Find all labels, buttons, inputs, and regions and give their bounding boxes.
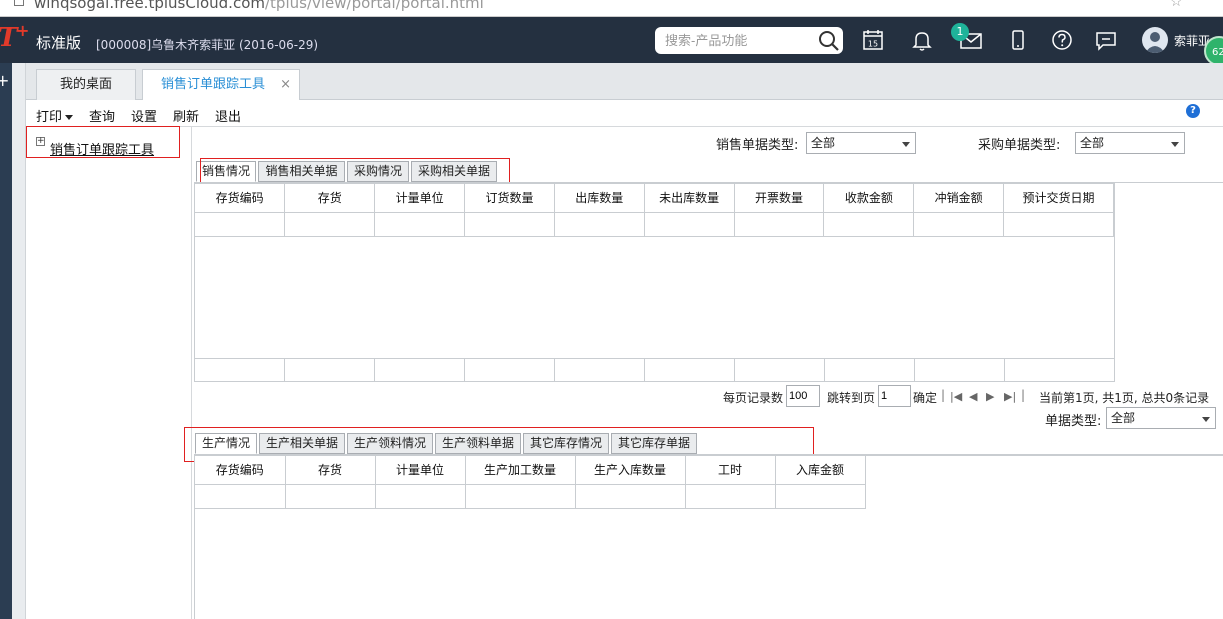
sales-grid-table: 存货编码 存货 计量单位 订货数量 出库数量 未出库数量 开票数量 收款金额 冲… <box>195 184 1114 237</box>
search-icon[interactable] <box>817 29 841 53</box>
pager-status: 当前第1页, 共1页, 总共0条记录 <box>1039 391 1210 405</box>
column-header[interactable]: 未出库数量 <box>644 184 735 213</box>
next-page-icon[interactable]: ▶ <box>986 390 994 403</box>
column-header[interactable]: 生产入库数量 <box>575 456 686 485</box>
mail-count-badge: 1 <box>951 23 969 41</box>
production-grid: 存货编码 存货 计量单位 生产加工数量 生产入库数量 工时 入库金额 <box>194 455 1223 619</box>
column-header[interactable]: 出库数量 <box>554 184 645 213</box>
browser-address-bar[interactable]: winqsogal.free.tplusCloud.com/tplus/view… <box>0 0 1223 17</box>
bookmark-star-icon[interactable]: ☆ <box>1170 0 1183 10</box>
prev-page-icon[interactable]: ◀ <box>969 390 977 403</box>
sales-type-select[interactable]: 全部 <box>806 132 916 154</box>
purchase-type-label: 采购单据类型: <box>978 138 1061 153</box>
edition-label: 标准版 <box>36 34 82 52</box>
table-row[interactable] <box>195 484 866 509</box>
tab-sales-order-tracking[interactable]: 销售订单跟踪工具 × <box>142 69 300 101</box>
column-header[interactable]: 工时 <box>685 456 776 485</box>
settings-button[interactable]: 设置 <box>131 106 157 125</box>
help-circle-icon[interactable] <box>1049 27 1075 53</box>
separator: | <box>941 388 946 402</box>
logo-icon: T <box>0 23 17 53</box>
column-header[interactable]: 存货编码 <box>195 456 286 485</box>
page-icon <box>14 0 24 6</box>
goto-label: 跳转到页 <box>827 391 876 405</box>
purchase-type-value: 全部 <box>1080 136 1105 150</box>
help-icon[interactable]: ? <box>1186 104 1200 118</box>
calendar-day: 15 <box>868 40 878 49</box>
tree-panel: + 销售订单跟踪工具 <box>26 127 192 619</box>
page-tab-strip: 我的桌面 销售订单跟踪工具 × <box>26 63 1223 101</box>
tab-label: 我的桌面 <box>59 77 112 92</box>
table-row[interactable] <box>195 212 1114 237</box>
close-icon[interactable]: × <box>280 70 291 100</box>
logo-plus-icon: + <box>16 21 30 40</box>
sales-grid: 存货编码 存货 计量单位 订货数量 出库数量 未出库数量 开票数量 收款金额 冲… <box>194 183 1115 382</box>
sales-type-label: 销售单据类型: <box>716 138 799 153</box>
address-text[interactable]: winqsogal.free.tplusCloud.com/tplus/view… <box>34 0 484 12</box>
exit-button[interactable]: 退出 <box>215 106 241 125</box>
chevron-down-icon <box>65 115 74 120</box>
doc-type-value: 全部 <box>1111 411 1136 425</box>
confirm-button[interactable]: 确定 <box>913 389 937 406</box>
column-header[interactable]: 存货 <box>285 456 376 485</box>
column-header[interactable]: 存货 <box>284 184 376 213</box>
per-page-label: 每页记录数 <box>723 391 784 405</box>
grid-footer-line <box>195 358 1115 359</box>
chat-icon[interactable] <box>1093 27 1119 53</box>
goto-page-input[interactable] <box>878 385 911 407</box>
chevron-down-icon <box>1171 142 1179 147</box>
tab-my-desktop[interactable]: 我的桌面 <box>36 69 136 100</box>
print-menu[interactable]: 打印 <box>36 106 74 125</box>
production-grid-table: 存货编码 存货 计量单位 生产加工数量 生产入库数量 工时 入库金额 <box>195 456 866 509</box>
app-header: T + 标准版 [000008]乌鲁木齐索菲亚 (2016-06-29) 15 … <box>0 17 1223 63</box>
bell-icon[interactable] <box>909 27 935 53</box>
column-header[interactable]: 存货编码 <box>195 184 286 213</box>
last-page-icon[interactable]: ▶| <box>1004 390 1016 403</box>
toolbar: 打印 查询 设置 刷新 退出 ? <box>26 100 1223 127</box>
left-rail: + <box>0 63 12 619</box>
purchase-type-select[interactable]: 全部 <box>1075 132 1185 154</box>
sales-type-value: 全部 <box>811 136 836 150</box>
first-page-icon[interactable]: |◀ <box>950 390 962 403</box>
refresh-button[interactable]: 刷新 <box>173 106 199 125</box>
left-rail-strip <box>12 63 26 619</box>
calendar-icon[interactable]: 15 <box>860 27 886 53</box>
menu-plus-icon[interactable]: + <box>0 71 9 90</box>
user-icon <box>1145 32 1165 53</box>
column-header[interactable]: 计量单位 <box>374 184 466 213</box>
highlight-box <box>26 126 180 158</box>
column-header[interactable]: 预计交货日期 <box>1003 184 1114 213</box>
chevron-down-icon <box>1202 417 1210 422</box>
query-button[interactable]: 查询 <box>89 106 115 125</box>
mobile-icon[interactable] <box>1005 27 1031 53</box>
column-header[interactable]: 开票数量 <box>734 184 825 213</box>
doc-type-select[interactable]: 全部 <box>1106 407 1216 429</box>
column-header[interactable]: 入库金额 <box>775 456 866 485</box>
separator: | <box>1021 388 1026 402</box>
doc-type-label: 单据类型: <box>1045 414 1102 429</box>
column-header[interactable]: 冲销金额 <box>913 184 1005 213</box>
grid-header-row: 存货编码 存货 计量单位 订货数量 出库数量 未出库数量 开票数量 收款金额 冲… <box>195 184 1114 213</box>
per-page-input[interactable] <box>786 385 820 407</box>
avatar[interactable] <box>1142 27 1168 53</box>
column-header[interactable]: 订货数量 <box>464 184 555 213</box>
column-header[interactable]: 计量单位 <box>375 456 466 485</box>
company-info: [000008]乌鲁木齐索菲亚 (2016-06-29) <box>96 38 319 52</box>
column-header[interactable]: 收款金额 <box>823 184 915 213</box>
tab-label: 销售订单跟踪工具 <box>160 77 265 92</box>
search-box[interactable] <box>655 27 843 54</box>
column-header[interactable]: 生产加工数量 <box>465 456 576 485</box>
grid-header-row: 存货编码 存货 计量单位 生产加工数量 生产入库数量 工时 入库金额 <box>195 456 866 485</box>
chevron-down-icon <box>902 142 910 147</box>
search-input[interactable] <box>665 31 815 50</box>
